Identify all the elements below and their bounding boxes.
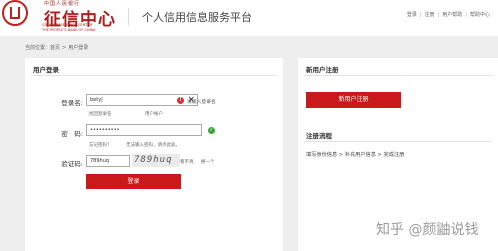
captcha-image[interactable]: 789huq <box>132 154 180 167</box>
register-process-divider <box>304 141 492 142</box>
logo-english-line-2: THE PEOPLE'S BANK OF CHINA <box>42 28 96 32</box>
password-input-value: •••••••••• <box>90 127 120 133</box>
login-panel-divider <box>31 75 277 76</box>
watermark: 知乎 @颜鼬说钱 <box>376 222 479 238</box>
breadcrumb-separator: > <box>62 45 67 51</box>
nav-login-link[interactable]: 登录 <box>407 12 417 18</box>
breadcrumb-prefix: 当前位置： <box>25 45 51 51</box>
forgot-password-link[interactable]: 忘记密码? <box>89 142 109 148</box>
register-panel-divider <box>304 75 492 76</box>
username-error-text: 请输入登录名 <box>187 100 216 105</box>
captcha-label: 验证码: <box>61 160 83 168</box>
captcha-refresh-link[interactable]: 换一个 <box>201 159 215 165</box>
breadcrumb-home-link[interactable]: 首页 <box>50 45 60 51</box>
platform-title: 个人信用信息服务平台 <box>142 11 252 24</box>
password-label: 密 码: <box>61 130 83 138</box>
cannot-input-password-link[interactable]: 无法输入密码，请点此处。 <box>126 142 180 148</box>
error-icon: ! <box>177 97 184 104</box>
register-process-steps: 填写身份信息 > 补充用户信息 > 完成注册 <box>306 152 405 158</box>
password-input[interactable]: •••••••••• <box>86 124 202 136</box>
username-input-value: bety <box>90 97 102 103</box>
login-panel-title: 用户登录 <box>33 66 59 74</box>
header-divider <box>128 8 129 26</box>
user-account-link[interactable]: 用户帐户 <box>145 111 163 117</box>
register-process-title: 注册流程 <box>306 132 332 140</box>
register-panel-title: 新用户注册 <box>306 66 339 74</box>
nav-register-link[interactable]: 注册 <box>425 12 435 18</box>
new-user-register-button[interactable]: 新用户注册 <box>306 92 401 108</box>
captcha-input[interactable]: 789huq <box>86 155 130 167</box>
nav-user-help-link[interactable]: 用户帮助 <box>442 12 462 18</box>
captcha-refresh-hint: 看不清, <box>180 160 195 165</box>
check-icon: ✓ <box>208 127 215 134</box>
logo-emblem-icon <box>2 0 28 26</box>
breadcrumb-current: 用户登录 <box>68 45 89 51</box>
captcha-input-value: 789huq <box>90 158 110 164</box>
breadcrumb: 当前位置：首页 > 用户登录 <box>25 44 88 51</box>
username-label: 登录名: <box>61 99 83 107</box>
logo-english-line-1: CREDIT REFERENCE CENTER <box>42 23 93 27</box>
nav-help-center-link[interactable]: 帮助中心 <box>470 12 490 18</box>
header: 中国人民银行 征信中心 CREDIT REFERENCE CENTER THE … <box>0 0 498 36</box>
login-panel: 用户登录 登录名: bety| × ! 请输入登录名 找回登录名 用户帐户 密 … <box>25 58 283 251</box>
find-login-name-link[interactable]: 找回登录名 <box>89 111 112 117</box>
login-button[interactable]: 登录 <box>86 174 181 189</box>
top-nav: 登录 | 注册 | 用户帮助 | 帮助中心 <box>406 12 490 18</box>
